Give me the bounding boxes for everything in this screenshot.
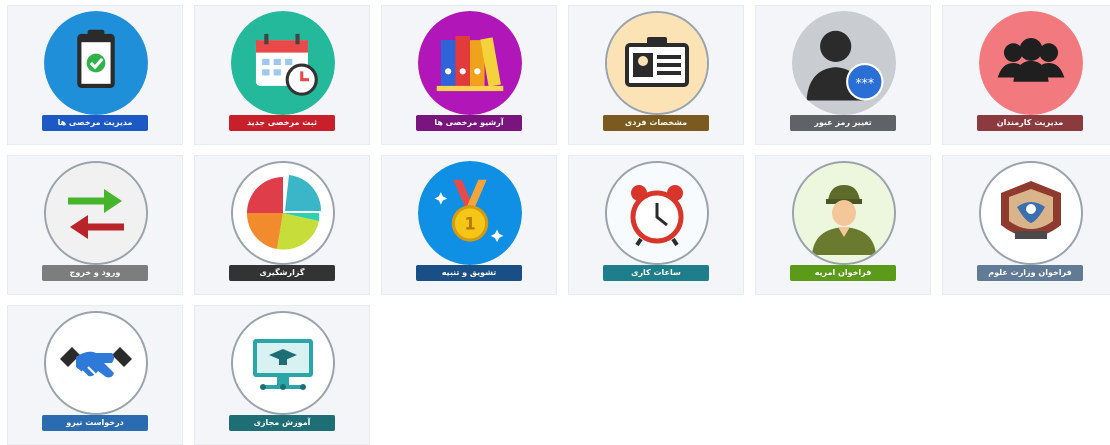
archive-binders-icon [418,11,522,115]
ministry-emblem-icon [979,161,1083,265]
tile-label: فراخوان امریه [790,265,896,281]
employees-group-icon [979,11,1083,115]
handshake-icon [44,311,148,415]
dashboard-tile-grid: مدیریت کارمندان *** تغییر رمز عبور مشخصا… [0,0,1110,445]
tile-label: ثبت مرخصی جدید [229,115,335,131]
tile-label: ساعات کاری [603,265,709,281]
tile-new-leave[interactable]: ثبت مرخصی جدید [194,5,370,145]
svg-text:***: *** [855,75,874,90]
tile-label: تغییر رمز عبور [790,115,896,131]
tile-label: آرشیو مرخصی ها [416,115,522,131]
tile-employee-management[interactable]: مدیریت کارمندان [942,5,1110,145]
tile-reward-punishment[interactable]: 1 تشویق و تنبیه [381,155,557,295]
tile-leave-archive[interactable]: آرشیو مرخصی ها [381,5,557,145]
tile-personal-info[interactable]: مشخصات فردی [568,5,744,145]
id-card-icon [605,11,709,115]
tile-label: مشخصات فردی [603,115,709,131]
user-password-icon: *** [792,11,896,115]
soldier-icon [792,161,896,265]
svg-text:1: 1 [464,215,476,234]
tile-label: آموزش مجازی [229,415,335,431]
tile-label: تشویق و تنبیه [416,265,522,281]
tile-working-hours[interactable]: ساعات کاری [568,155,744,295]
tile-reports[interactable]: گزارشگیری [194,155,370,295]
tile-label: گزارشگیری [229,265,335,281]
pie-chart-icon [231,161,335,265]
e-learning-monitor-icon [231,311,335,415]
tile-staff-request[interactable]: درخواست نیرو [7,305,183,445]
tile-label: درخواست نیرو [42,415,148,431]
calendar-clock-icon [231,11,335,115]
tile-ministry-call[interactable]: فراخوان وزارت علوم [942,155,1110,295]
tile-conscription-call[interactable]: فراخوان امریه [755,155,931,295]
alarm-clock-icon [605,161,709,265]
tile-label: فراخوان وزارت علوم [977,265,1083,281]
enter-exit-arrows-icon [44,161,148,265]
tile-enter-exit[interactable]: ورود و خروج [7,155,183,295]
tile-e-learning[interactable]: آموزش مجازی [194,305,370,445]
tile-label: مدیریت کارمندان [977,115,1083,131]
clipboard-check-icon [44,11,148,115]
tile-leave-management[interactable]: مدیریت مرخصی ها [7,5,183,145]
tile-change-password[interactable]: *** تغییر رمز عبور [755,5,931,145]
tile-label: ورود و خروج [42,265,148,281]
medal-icon: 1 [418,161,522,265]
tile-label: مدیریت مرخصی ها [42,115,148,131]
